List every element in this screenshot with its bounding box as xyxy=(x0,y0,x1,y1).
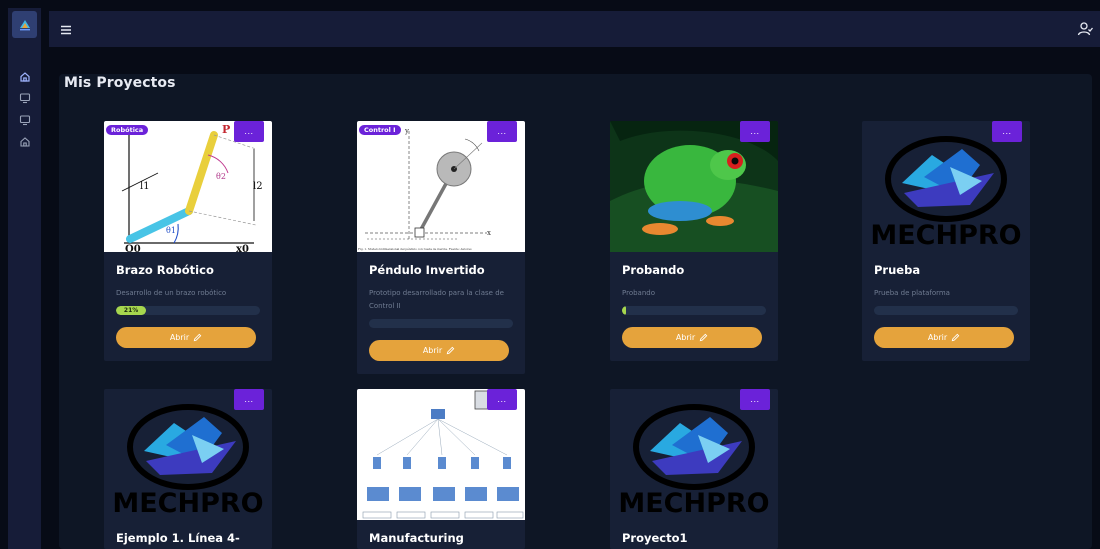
project-card[interactable]: ... Manufacturing xyxy=(357,389,525,549)
arm-label-l2: l2 xyxy=(253,181,263,192)
project-title: Manufacturing xyxy=(369,531,464,545)
project-progress-bar xyxy=(874,306,1018,315)
project-card[interactable]: MECHPRO ... Proyecto1 xyxy=(610,389,778,549)
project-progress-fill xyxy=(622,306,627,315)
project-options-button[interactable]: ... xyxy=(740,121,770,142)
project-progress-fill: 21% xyxy=(116,306,147,315)
nav-monitor-1[interactable] xyxy=(16,89,33,106)
open-project-button[interactable]: Abrir xyxy=(874,327,1014,348)
nav-home-2[interactable] xyxy=(16,133,33,150)
monitor-icon xyxy=(19,92,30,103)
project-tag: Control I xyxy=(359,125,401,135)
home-icon xyxy=(19,136,30,147)
open-button-label: Abrir xyxy=(927,333,948,342)
project-card[interactable]: MECHPRO ... Ejemplo 1. Línea 4- xyxy=(104,389,272,549)
logo-text: MECHPRO xyxy=(112,488,263,519)
arm-label-theta2: θ2 xyxy=(216,172,226,181)
project-options-button[interactable]: ... xyxy=(992,121,1022,142)
nav-home[interactable] xyxy=(16,68,33,85)
monitor-icon xyxy=(19,114,30,125)
project-description: Prueba de plataforma xyxy=(874,289,950,297)
open-project-button[interactable]: Abrir xyxy=(116,327,256,348)
arm-label-x0: x0 xyxy=(236,244,249,252)
open-project-button[interactable]: Abrir xyxy=(369,340,509,361)
open-project-button[interactable]: Abrir xyxy=(622,327,762,348)
project-title: Prueba xyxy=(874,263,921,277)
project-card[interactable]: ... Probando Probando Abrir xyxy=(610,121,778,361)
arm-label-l1: l1 xyxy=(140,181,150,192)
project-title: Ejemplo 1. Línea 4- xyxy=(116,531,240,545)
home-icon xyxy=(19,71,30,82)
project-description: Probando xyxy=(622,289,656,297)
pendulum-label-y: y xyxy=(404,127,409,135)
arm-label-p: P xyxy=(222,123,230,136)
project-progress-bar xyxy=(369,319,513,328)
project-options-button[interactable]: ... xyxy=(234,389,264,410)
sidebar xyxy=(8,8,41,549)
project-options-button[interactable]: ... xyxy=(487,389,517,410)
open-button-label: Abrir xyxy=(422,346,443,355)
project-progress-bar xyxy=(622,306,766,315)
user-icon xyxy=(1077,22,1093,36)
project-title: Péndulo Invertido xyxy=(369,263,485,277)
hamburger-menu-icon xyxy=(61,25,71,35)
open-button-label: Abrir xyxy=(675,333,696,342)
arm-label-o0: O0 xyxy=(125,244,141,252)
project-title: Proyecto1 xyxy=(622,531,688,545)
logo-text: MECHPRO xyxy=(618,488,769,519)
pendulum-label-x: x xyxy=(487,229,491,237)
project-tag: Robótica xyxy=(106,125,149,135)
pendulum-caption: Fig. 1. Modelo bidimensional del péndulo… xyxy=(358,247,472,251)
page-title: Mis Proyectos xyxy=(64,75,176,91)
open-button-label: Abrir xyxy=(169,333,190,342)
mechpro-logo-icon xyxy=(19,19,30,30)
project-description: Prototipo desarrollado para la clase de … xyxy=(369,289,504,310)
pencil-icon xyxy=(951,333,960,342)
project-options-button[interactable]: ... xyxy=(740,389,770,410)
arm-label-theta1: θ1 xyxy=(166,226,176,235)
project-card[interactable]: P l1 l2 θ2 θ1 O0 x0 Robótica ... Brazo R… xyxy=(104,121,272,361)
project-description: Desarrollo de un brazo robótico xyxy=(116,289,227,297)
project-title: Probando xyxy=(622,263,685,277)
nav-monitor-2[interactable] xyxy=(16,111,33,128)
pencil-icon xyxy=(699,333,708,342)
logo-text: MECHPRO xyxy=(870,220,1021,251)
project-card[interactable]: y x Fig. 1. Modelo bidimensional del pén… xyxy=(357,121,525,374)
pencil-icon xyxy=(446,346,455,355)
app-logo[interactable] xyxy=(12,11,37,38)
project-card[interactable]: MECHPRO ... Prueba Prueba de plataforma … xyxy=(862,121,1030,361)
top-bar xyxy=(49,11,1100,47)
project-options-button[interactable]: ... xyxy=(234,121,264,142)
menu-button[interactable] xyxy=(59,22,73,36)
project-options-button[interactable]: ... xyxy=(487,121,517,142)
user-menu-button[interactable] xyxy=(1076,20,1094,38)
project-progress-bar: 21% xyxy=(116,306,260,315)
project-title: Brazo Robótico xyxy=(116,263,214,277)
pencil-icon xyxy=(193,333,202,342)
